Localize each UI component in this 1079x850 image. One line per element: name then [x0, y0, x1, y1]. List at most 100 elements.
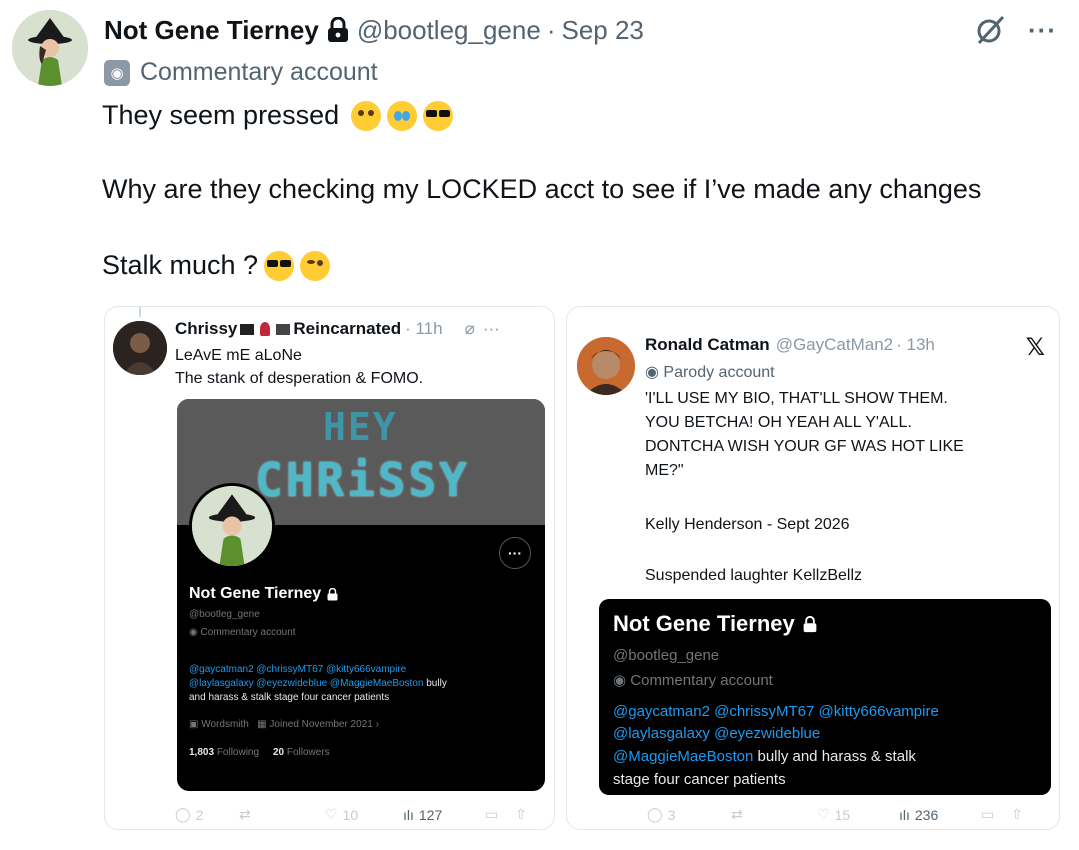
bookmark-icon: ▭ — [485, 806, 499, 822]
tweet-text-line-3: Stalk much ? — [102, 250, 331, 281]
like-icon: ♡ 10 — [325, 806, 359, 823]
following-count: 1,803 — [189, 747, 215, 758]
profile-joined: Joined November 2021 — [269, 719, 373, 730]
more-icon[interactable]: ··· — [1028, 15, 1057, 46]
bio-mentions: @laylasgalaxy @eyezwideblue — [613, 725, 821, 742]
profile-meta: ▣ Wordsmith ▦ Joined November 2021 › — [189, 719, 379, 730]
chrissy-text-2: The stank of desperation & FOMO. — [175, 370, 424, 387]
repost-icon: ⇄ — [731, 806, 743, 822]
ronald-name: Ronald Catman — [645, 335, 770, 354]
profile-avatar — [189, 483, 275, 569]
following-label: Following — [216, 747, 260, 758]
grok-icon: ⌀ — [464, 319, 475, 338]
account-label-text: Commentary account — [140, 58, 378, 86]
profile-name: Not Gene Tierney — [189, 585, 338, 603]
sunglasses-face-icon — [423, 100, 454, 131]
bio-text: and harass & stalk stage four cancer pat… — [189, 692, 390, 703]
sunglasses-face-icon — [264, 250, 295, 281]
bio-mentions: @laylasgalaxy @eyezwideblue @MaggieMaeBo… — [189, 678, 424, 689]
reply-count: 2 — [195, 806, 204, 823]
followers-label: Followers — [286, 747, 330, 758]
grok-icon[interactable] — [970, 10, 1010, 50]
x-logo-icon: 𝕏 — [1025, 334, 1045, 361]
tweet-header: Not Gene Tierney @bootleg_gene · Sep 23 — [104, 12, 644, 48]
author-name[interactable]: Not Gene Tierney — [104, 15, 319, 46]
bio-text: stage four cancer patients — [613, 771, 786, 788]
chrissy-time: · 11h — [405, 319, 443, 338]
profile-handle: @bootleg_gene — [613, 647, 720, 664]
profile-label-text: Commentary account — [630, 672, 773, 689]
attached-image-left[interactable]: Chrissy Reincarnated · 11h ⌀ ··· LeAvE m… — [104, 306, 555, 830]
profile-handle: @bootleg_gene — [189, 609, 260, 620]
like-count: 15 — [834, 806, 851, 823]
ronald-suspended-line: Suspended laughter KellzBellz — [645, 567, 863, 584]
mask-icon: ◉ — [104, 59, 130, 86]
woozy-face-icon — [300, 250, 331, 281]
chrissy-avatar — [113, 321, 167, 375]
tweet-top-actions: ··· — [970, 10, 1057, 50]
ronald-time: · 13h — [896, 335, 935, 354]
tweet-text-line-2: Why are they checking my LOCKED acct to … — [102, 174, 981, 205]
right-action-bar: ◯ 3 ⇄ ♡ 15 ılı 236 ▭ ⇧ — [647, 806, 1051, 823]
ronald-text-line: ME?" — [645, 462, 684, 479]
chrissy-header: Chrissy Reincarnated · 11h ⌀ ··· — [175, 319, 500, 339]
like-count: 10 — [342, 806, 359, 823]
chrissy-name-suffix: Reincarnated — [293, 319, 402, 338]
bookmark-icon: ▭ — [981, 806, 995, 822]
profile-label: ◉ Commentary account — [613, 672, 773, 689]
bio-mentions: @MaggieMaeBoston — [613, 748, 754, 765]
ronald-label-text: Parody account — [663, 364, 775, 381]
thread-line — [139, 307, 141, 317]
reply-icon: ◯ 2 — [175, 806, 204, 823]
bio-line: @MaggieMaeBoston bully and harass & stal… — [613, 748, 916, 765]
reply-count: 3 — [667, 806, 676, 823]
share-icon: ⇧ — [515, 806, 527, 822]
chrissy-name: Chrissy — [175, 319, 238, 338]
tweet-text-line-1: They seem pressed — [102, 100, 454, 131]
more-icon: ··· — [482, 319, 500, 338]
rose-icon — [260, 322, 271, 336]
ronald-avatar — [577, 337, 635, 395]
ronald-kelly-line: Kelly Henderson - Sept 2026 — [645, 516, 850, 533]
banner-text-1: HEY — [323, 405, 398, 449]
ronald-label: ◉ Parody account — [645, 364, 775, 381]
tweet-text: They seem pressed — [102, 100, 340, 130]
chrissy-text-1: LeAvE mE aLoNe — [175, 347, 302, 364]
ronald-text: 'I'LL USE MY BIO, THAT'LL SHOW THEM. YOU… — [645, 387, 964, 483]
views-count: 127 — [418, 806, 443, 823]
bio-text: bully — [423, 678, 447, 689]
tweet-text: Stalk much ? — [102, 250, 259, 280]
lock-icon — [803, 615, 817, 632]
banner-text-2: CHRiSSY — [255, 453, 470, 507]
profile-more-icon: ··· — [499, 537, 531, 569]
ronald-text-line: YOU BETCHA! OH YEAH ALL Y'ALL. — [645, 414, 912, 431]
profile-name: Not Gene Tierney — [613, 611, 817, 637]
tweet-text: Why are they checking my LOCKED acct to … — [102, 174, 982, 204]
views-count: 236 — [914, 806, 939, 823]
attached-image-right[interactable]: Ronald Catman @GayCatMan2 · 13h 𝕏 ◉ Paro… — [566, 306, 1060, 830]
flag-icon — [276, 323, 291, 335]
author-handle[interactable]: @bootleg_gene — [357, 15, 541, 46]
bio-mentions: @gaycatman2 @chrissyMT67 @kitty666vampir… — [189, 664, 407, 675]
views-icon: ılı 127 — [403, 806, 443, 823]
profile-screenshot-2: Not Gene Tierney @bootleg_gene ◉ Comment… — [599, 599, 1051, 795]
profile-work: Wordsmith — [201, 719, 249, 730]
profile-name-text: Not Gene Tierney — [189, 585, 322, 602]
views-icon: ılı 236 — [899, 806, 939, 823]
profile-bio: @gaycatman2 @chrissyMT67 @kitty666vampir… — [189, 663, 539, 705]
share-icon: ⇧ — [1011, 806, 1023, 822]
profile-label-text: Commentary account — [200, 627, 296, 638]
ronald-text-line: 'I'LL USE MY BIO, THAT'LL SHOW THEM. — [645, 390, 948, 407]
ronald-handle: @GayCatMan2 — [775, 335, 894, 354]
profile-screenshot: HEY CHRiSSY ··· Not Gene Tierney @bootle… — [177, 399, 545, 791]
laughing-crying-face-icon — [387, 100, 418, 131]
tweet-date[interactable]: Sep 23 — [561, 15, 643, 46]
bio-text: bully and harass & stalk — [753, 748, 916, 765]
lock-icon — [327, 587, 338, 600]
separator-dot: · — [546, 14, 556, 45]
author-avatar[interactable] — [12, 10, 88, 86]
reply-icon: ◯ 3 — [647, 806, 676, 823]
lock-icon — [327, 17, 349, 43]
upside-down-face-icon — [351, 100, 382, 131]
bio-mentions: @gaycatman2 @chrissyMT67 @kitty666vampir… — [613, 703, 939, 720]
